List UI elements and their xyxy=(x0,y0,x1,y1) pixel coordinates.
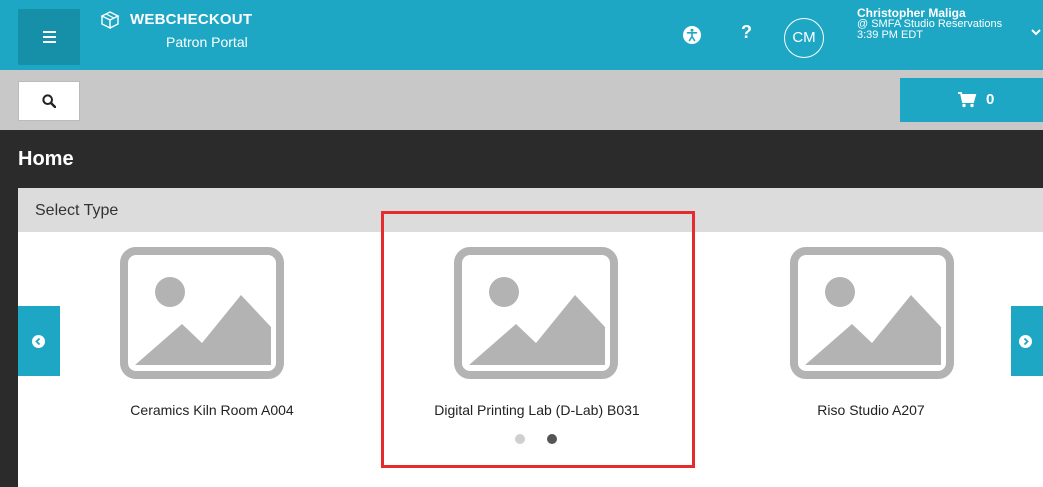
image-placeholder-icon xyxy=(454,247,618,379)
carousel-dot-2[interactable] xyxy=(547,434,557,444)
accessibility-icon[interactable] xyxy=(682,25,702,45)
chevron-left-icon xyxy=(32,335,45,348)
brand-subtitle: Patron Portal xyxy=(166,34,248,50)
avatar[interactable]: CM xyxy=(784,18,824,58)
carousel-next-button[interactable] xyxy=(1011,306,1043,376)
chevron-down-icon[interactable] xyxy=(1030,26,1042,38)
cart-icon xyxy=(958,92,977,108)
user-menu[interactable]: Christopher Maliga @ SMFA Studio Reserva… xyxy=(857,7,1002,41)
select-type-panel: Select Type Ceramics Kiln Room A004 Digi… xyxy=(18,188,1043,487)
hamburger-icon xyxy=(43,31,56,43)
page-title: Home xyxy=(18,148,74,170)
chevron-right-icon xyxy=(1019,335,1032,348)
panel-header: Select Type xyxy=(18,188,1043,232)
image-placeholder-icon xyxy=(790,247,954,379)
brand-name: WEBCHECKOUT xyxy=(130,11,253,28)
type-card-digital-printing-lab[interactable]: Digital Printing Lab (D-Lab) B031 xyxy=(417,244,657,428)
type-card-label: Riso Studio A207 xyxy=(817,402,925,418)
toolbar: 0 xyxy=(0,70,1043,130)
cart-count: 0 xyxy=(986,91,995,108)
type-card-label: Ceramics Kiln Room A004 xyxy=(130,402,294,418)
carousel-prev-button[interactable] xyxy=(18,306,60,376)
search-button[interactable] xyxy=(18,81,80,121)
search-icon xyxy=(42,94,56,108)
box-logo-icon xyxy=(100,11,120,30)
type-card-ceramics-kiln-room[interactable]: Ceramics Kiln Room A004 xyxy=(92,244,332,428)
type-card-riso-studio[interactable]: Riso Studio A207 xyxy=(751,244,991,428)
cart-button[interactable]: 0 xyxy=(900,78,1043,122)
type-card-label: Digital Printing Lab (D-Lab) B031 xyxy=(434,402,640,418)
top-header: WEBCHECKOUT Patron Portal ? CM Christoph… xyxy=(0,0,1043,70)
help-icon[interactable]: ? xyxy=(741,22,752,43)
user-time: 3:39 PM EDT xyxy=(857,29,924,41)
carousel-dot-1[interactable] xyxy=(515,434,525,444)
image-placeholder-icon xyxy=(120,247,284,379)
menu-button[interactable] xyxy=(18,9,80,65)
panel-header-label: Select Type xyxy=(35,202,119,219)
